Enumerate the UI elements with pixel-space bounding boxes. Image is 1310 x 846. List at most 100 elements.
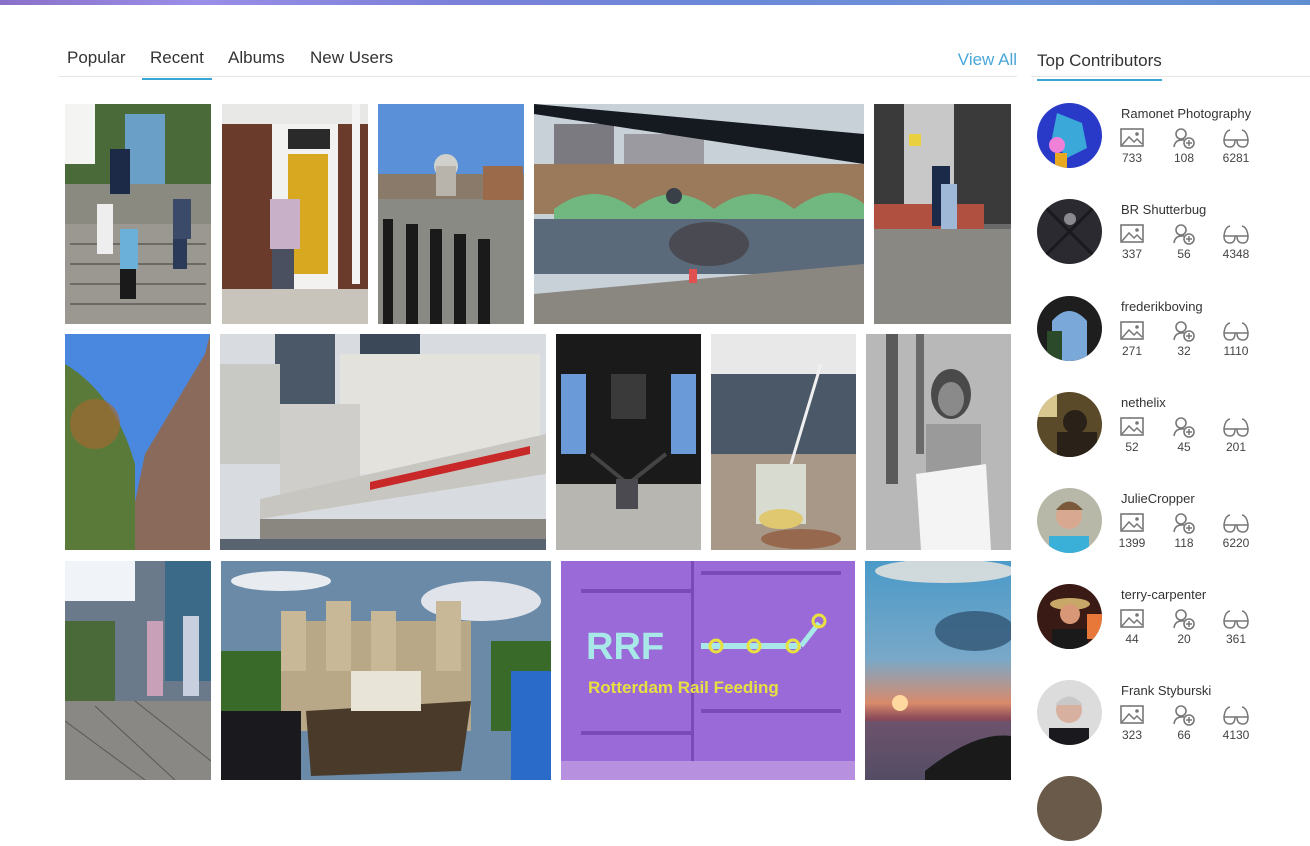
photos-count: 52 (1125, 440, 1139, 454)
contributor-name[interactable]: Frank Styburski (1121, 683, 1211, 698)
photos-stat: 1399 (1112, 512, 1152, 550)
views-count: 1110 (1223, 344, 1249, 358)
avatar[interactable] (1037, 103, 1102, 168)
photos-stat: 323 (1112, 704, 1152, 742)
views-count: 201 (1225, 440, 1247, 454)
photo-children[interactable] (874, 104, 1011, 324)
contributor-item-partial (1037, 776, 1297, 846)
contributor-name[interactable]: frederikboving (1121, 299, 1203, 314)
avatar-image (1037, 584, 1102, 649)
photos-stat: 44 (1112, 608, 1152, 646)
photos-stat: 271 (1112, 320, 1152, 358)
followers-stat: 56 (1164, 223, 1204, 261)
photo-bw-portrait[interactable] (866, 334, 1011, 550)
views-stat: 6281 (1216, 127, 1256, 165)
photos-icon (1120, 128, 1144, 147)
photo-sunset[interactable] (865, 561, 1011, 780)
followers-count: 118 (1174, 536, 1194, 550)
followers-stat: 66 (1164, 704, 1204, 742)
avatar-image (1037, 680, 1102, 745)
followers-count: 45 (1177, 440, 1191, 454)
photos-count: 44 (1125, 632, 1139, 646)
views-icon (1223, 129, 1249, 148)
contributor-item: Ramonet Photography 733 108 6281 (1037, 103, 1297, 173)
photos-icon (1120, 705, 1144, 724)
photo-stairs[interactable] (65, 104, 211, 324)
views-count: 4348 (1222, 247, 1250, 261)
photo-boardwalk[interactable] (65, 561, 211, 780)
followers-icon (1173, 321, 1195, 342)
followers-stat: 108 (1164, 127, 1204, 165)
photos-icon (1120, 513, 1144, 532)
avatar[interactable] (1037, 296, 1102, 361)
avatar-image (1037, 296, 1102, 361)
views-count: 4130 (1222, 728, 1250, 742)
photos-stat: 733 (1112, 127, 1152, 165)
followers-icon (1173, 417, 1195, 438)
contributor-name[interactable]: BR Shutterbug (1121, 202, 1206, 217)
views-stat: 4348 (1216, 223, 1256, 261)
views-count: 361 (1225, 632, 1247, 646)
followers-count: 32 (1177, 344, 1191, 358)
avatar[interactable] (1037, 199, 1102, 264)
sidebar-header: Top Contributors (1031, 44, 1310, 81)
photos-icon (1120, 224, 1144, 243)
views-count: 6281 (1222, 151, 1250, 165)
avatar-image (1037, 103, 1102, 168)
tab-recent[interactable]: Recent (142, 48, 212, 80)
photos-stat: 337 (1112, 223, 1152, 261)
photo-tower-of-london[interactable] (221, 561, 551, 780)
contributor-item: frederikboving 271 32 1110 (1037, 296, 1297, 366)
views-stat: 4130 (1216, 704, 1256, 742)
photos-icon (1120, 417, 1144, 436)
contributor-name[interactable]: nethelix (1121, 395, 1166, 410)
followers-icon (1173, 513, 1195, 534)
contributor-name[interactable]: Ramonet Photography (1121, 106, 1251, 121)
photo-rotterdam-rail[interactable]: RRF Rotterdam Rail Feeding (561, 561, 855, 780)
top-contributors-title[interactable]: Top Contributors (1037, 51, 1162, 81)
views-stat: 201 (1216, 416, 1256, 454)
views-icon (1223, 514, 1249, 533)
contributor-item: terry-carpenter 44 20 361 (1037, 584, 1297, 654)
tab-albums[interactable]: Albums (220, 48, 293, 78)
followers-stat: 118 (1164, 512, 1204, 550)
avatar-image (1037, 199, 1102, 264)
photo-yellow-door[interactable] (222, 104, 368, 324)
photo-padlock[interactable] (556, 334, 701, 550)
photo-cocktail[interactable] (711, 334, 856, 550)
views-icon (1223, 418, 1249, 437)
photo-pigeon[interactable] (534, 104, 864, 324)
avatar-image (1037, 392, 1102, 457)
avatar-image (1037, 488, 1102, 553)
tab-popular[interactable]: Popular (59, 48, 134, 78)
views-icon (1223, 706, 1249, 725)
photo-london-bridge[interactable] (220, 334, 546, 550)
views-icon (1223, 322, 1249, 341)
contributor-name[interactable]: terry-carpenter (1121, 587, 1206, 602)
photos-count: 733 (1121, 151, 1143, 165)
followers-icon (1173, 705, 1195, 726)
tab-new-users[interactable]: New Users (302, 48, 401, 78)
photos-icon (1120, 321, 1144, 340)
avatar[interactable] (1037, 392, 1102, 457)
photo-st-pauls[interactable] (378, 104, 524, 324)
avatar[interactable] (1037, 488, 1102, 553)
rrf-sign-subtext: Rotterdam Rail Feeding (588, 678, 779, 697)
views-count: 6220 (1222, 536, 1250, 550)
photos-count: 337 (1121, 247, 1143, 261)
avatar[interactable] (1037, 680, 1102, 745)
followers-count: 66 (1177, 728, 1191, 742)
contributor-item: JulieCropper 1399 118 6220 (1037, 488, 1297, 558)
followers-count: 56 (1177, 247, 1191, 261)
gallery-tabs: Popular Recent Albums New Users View All (59, 44, 1017, 80)
followers-count: 20 (1177, 632, 1191, 646)
avatar[interactable] (1037, 584, 1102, 649)
rrf-sign-text: RRF (586, 626, 664, 668)
photos-icon (1120, 609, 1144, 628)
views-stat: 361 (1216, 608, 1256, 646)
contributor-item: nethelix 52 45 201 (1037, 392, 1297, 462)
followers-stat: 45 (1164, 416, 1204, 454)
view-all-link[interactable]: View All (958, 50, 1017, 70)
contributor-name[interactable]: JulieCropper (1121, 491, 1195, 506)
photo-facade[interactable] (65, 334, 210, 550)
